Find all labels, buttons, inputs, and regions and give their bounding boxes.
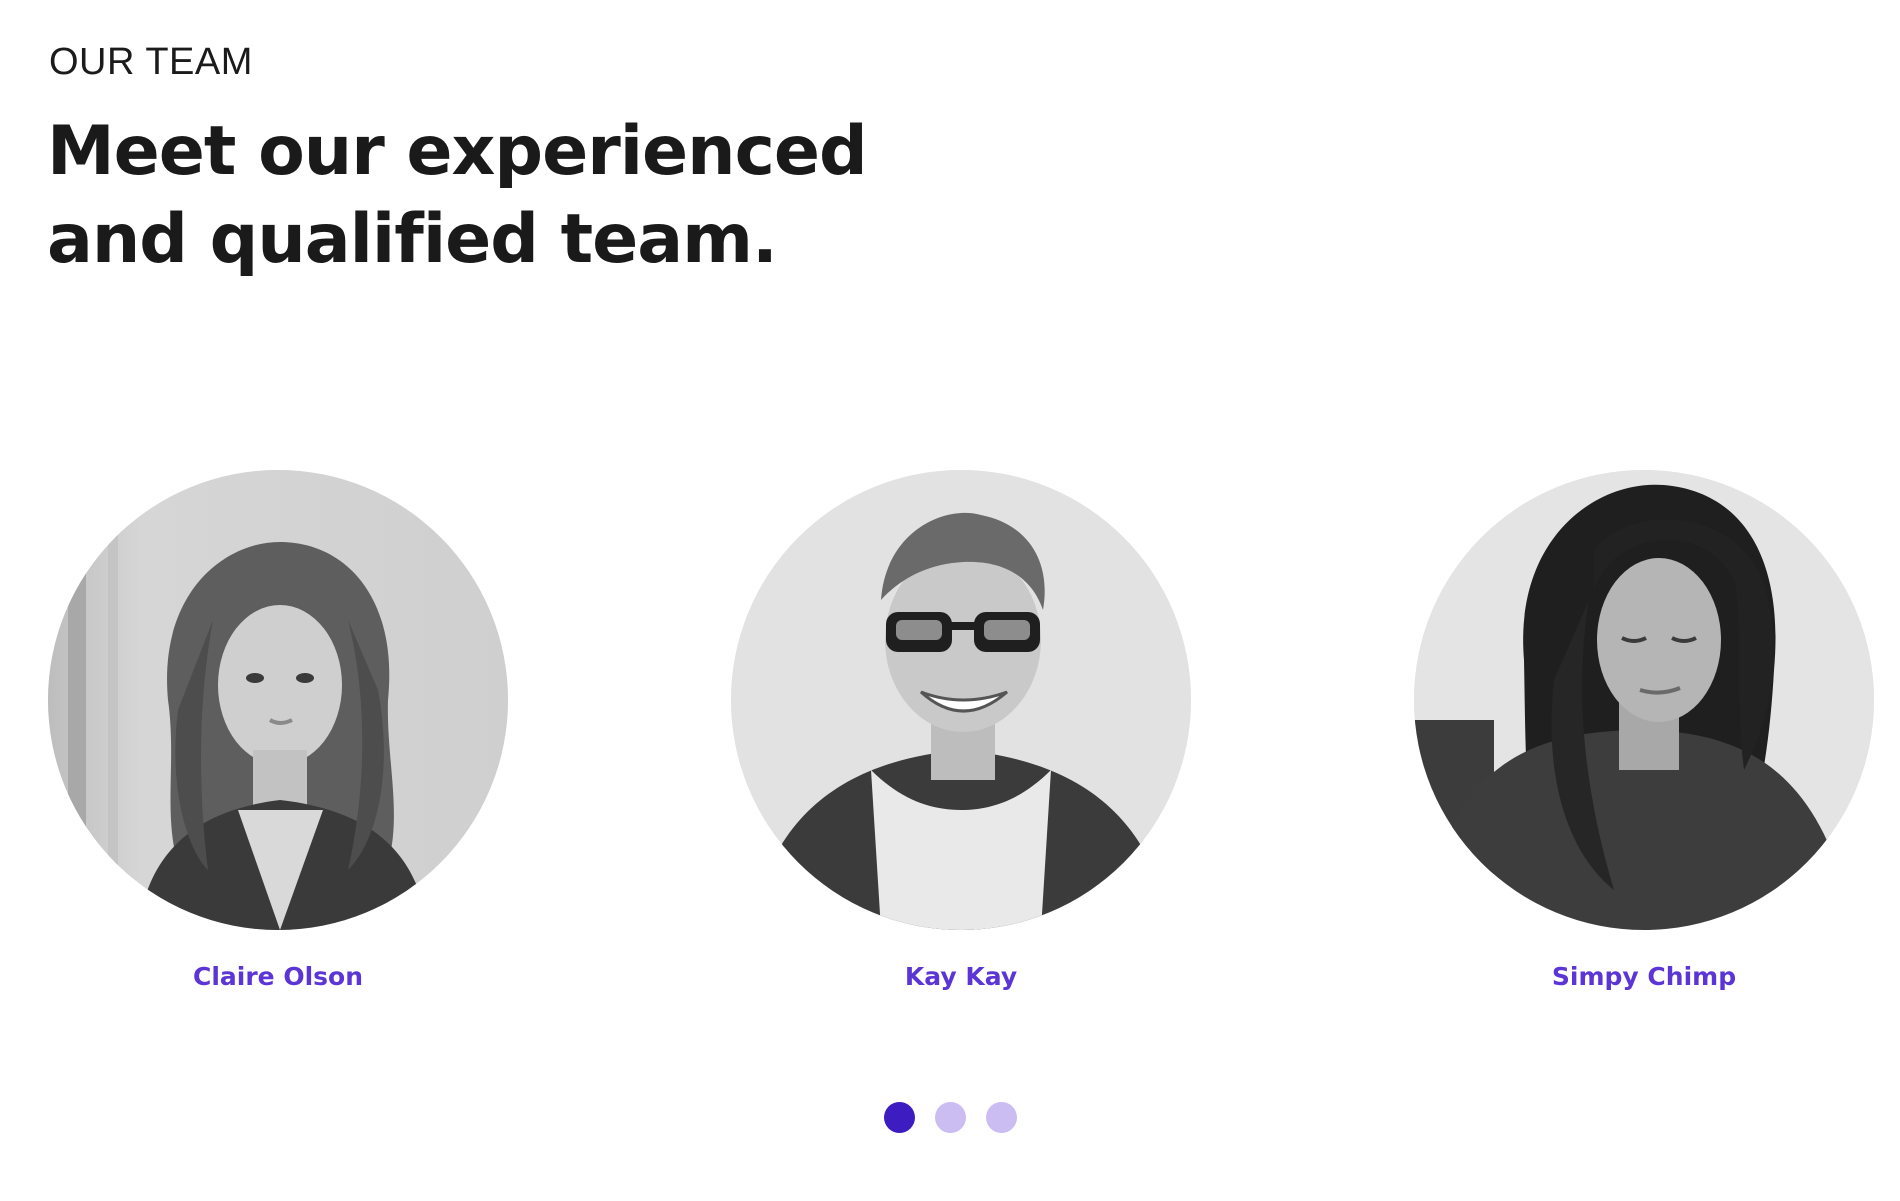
member-photo [48,470,508,930]
headline-line-2: and qualified team. [47,200,778,279]
member-name[interactable]: Kay Kay [731,960,1191,994]
team-member-card: Simpy Chimp [1414,470,1874,1010]
team-member-card: Kay Kay [731,470,1191,1010]
section-headline: Meet our experienced and qualified team. [47,108,947,284]
team-member-card: Claire Olson [48,470,508,1010]
carousel-dot[interactable] [934,1102,966,1133]
member-name[interactable]: Claire Olson [48,960,508,994]
member-photo [1414,470,1874,930]
carousel-dot[interactable] [985,1102,1017,1133]
member-name[interactable]: Simpy Chimp [1414,960,1874,994]
carousel-dot[interactable] [883,1102,915,1133]
member-photo [731,470,1191,930]
headline-line-1: Meet our experienced [47,112,868,191]
section-eyebrow: OUR TEAM [49,41,253,83]
carousel-pagination [0,1102,1900,1133]
